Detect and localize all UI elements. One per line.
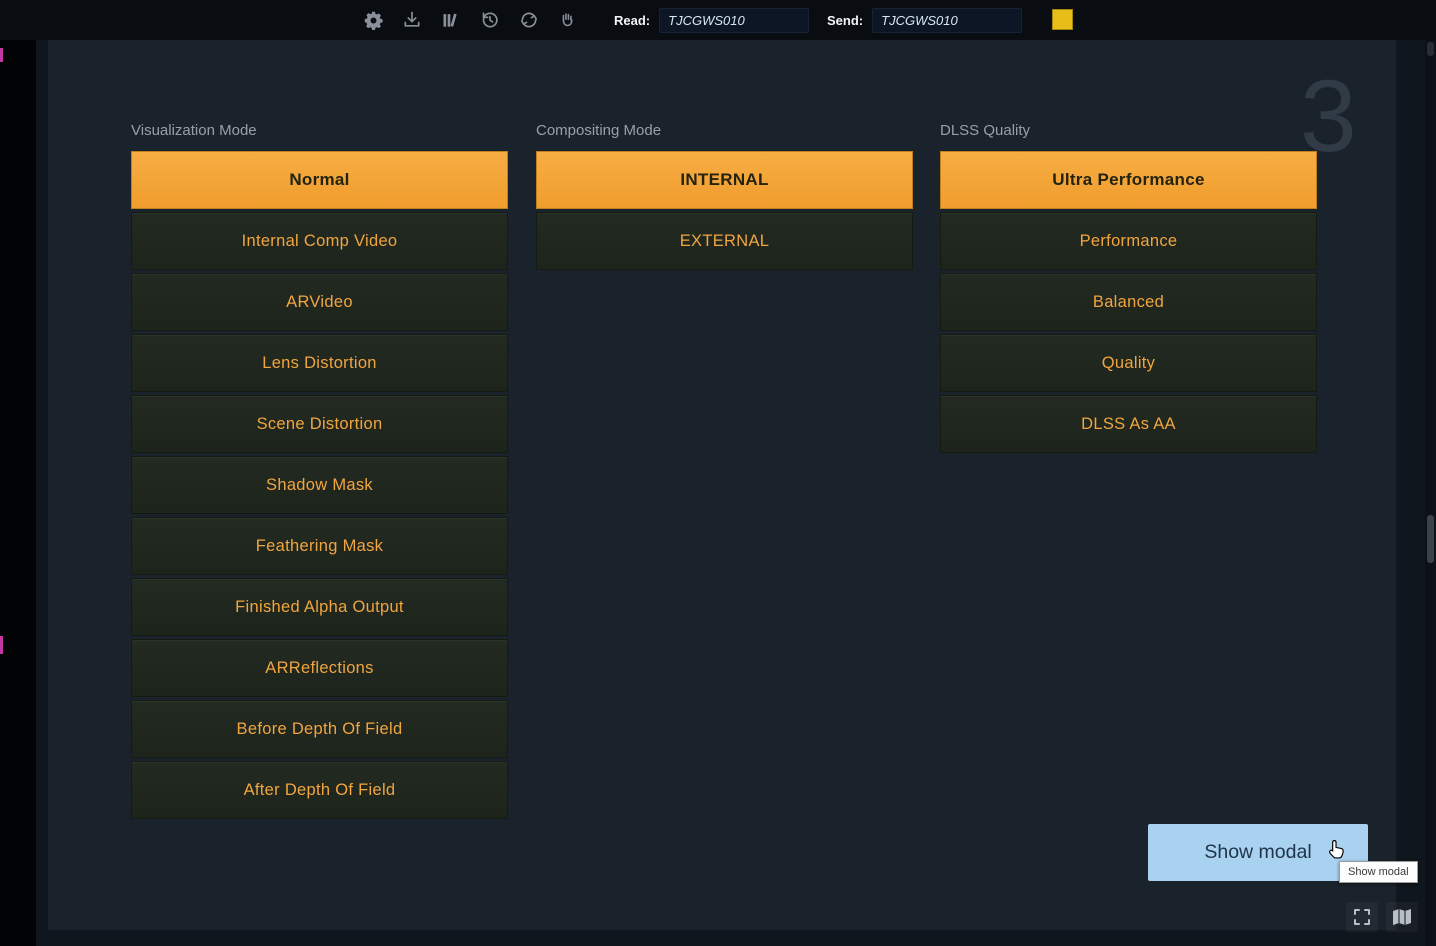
- refresh-icon[interactable]: [518, 7, 540, 33]
- option-feathering-mask[interactable]: Feathering Mask: [131, 517, 508, 575]
- status-indicator: [1052, 9, 1073, 30]
- option-shadow-mask[interactable]: Shadow Mask: [131, 456, 508, 514]
- screen: { "topbar": { "icons": ["gear-icon","dow…: [0, 0, 1436, 946]
- option-finished-alpha-output[interactable]: Finished Alpha Output: [131, 578, 508, 636]
- scrollbar-cap: [1427, 42, 1434, 56]
- option-ultra-performance[interactable]: Ultra Performance: [940, 151, 1317, 209]
- option-after-depth-of-field[interactable]: After Depth Of Field: [131, 761, 508, 819]
- read-label: Read:: [614, 13, 650, 28]
- video-artifact: [0, 48, 3, 62]
- gear-icon[interactable]: [362, 7, 384, 33]
- hand-icon[interactable]: [557, 7, 579, 33]
- option-external[interactable]: EXTERNAL: [536, 212, 913, 270]
- history-icon[interactable]: [479, 7, 501, 33]
- download-icon[interactable]: [401, 7, 423, 33]
- option-normal[interactable]: Normal: [131, 151, 508, 209]
- option-group-dlss-quality: DLSS Quality Ultra PerformancePerformance…: [940, 122, 1317, 456]
- option-group-visualization-mode: Visualization Mode NormalInternal Comp Vi…: [131, 122, 508, 822]
- toolbar: [362, 0, 579, 40]
- tooltip: Show modal: [1339, 861, 1418, 883]
- scrollbar-track: [1425, 40, 1436, 946]
- topbar: Read: Send:: [0, 0, 1436, 40]
- read-field: Read:: [614, 0, 809, 40]
- option-arvideo[interactable]: ARVideo: [131, 273, 508, 331]
- group-label: Visualization Mode: [131, 122, 508, 141]
- map-icon[interactable]: [1386, 902, 1418, 932]
- option-internal-comp-video[interactable]: Internal Comp Video: [131, 212, 508, 270]
- send-input[interactable]: [872, 8, 1022, 33]
- option-before-depth-of-field[interactable]: Before Depth Of Field: [131, 700, 508, 758]
- option-performance[interactable]: Performance: [940, 212, 1317, 270]
- scrollbar-thumb[interactable]: [1427, 515, 1434, 563]
- option-dlss-as-aa[interactable]: DLSS As AA: [940, 395, 1317, 453]
- left-edge-strip: [0, 40, 36, 946]
- option-balanced[interactable]: Balanced: [940, 273, 1317, 331]
- option-scene-distortion[interactable]: Scene Distortion: [131, 395, 508, 453]
- option-group-compositing-mode: Compositing Mode INTERNALEXTERNAL: [536, 122, 913, 273]
- video-artifact: [0, 636, 3, 654]
- option-internal[interactable]: INTERNAL: [536, 151, 913, 209]
- group-label: DLSS Quality: [940, 122, 1317, 141]
- show-modal-button[interactable]: Show modal: [1148, 824, 1368, 881]
- send-label: Send:: [827, 13, 863, 28]
- library-icon[interactable]: [440, 7, 462, 33]
- read-input[interactable]: [659, 8, 809, 33]
- expand-icon[interactable]: [1346, 902, 1378, 932]
- option-quality[interactable]: Quality: [940, 334, 1317, 392]
- option-lens-distortion[interactable]: Lens Distortion: [131, 334, 508, 392]
- group-label: Compositing Mode: [536, 122, 913, 141]
- option-arreflections[interactable]: ARReflections: [131, 639, 508, 697]
- main-panel: 3 Visualization ModeNormalInternal Comp …: [48, 40, 1396, 930]
- corner-buttons: [1346, 902, 1418, 932]
- send-field: Send:: [827, 0, 1022, 40]
